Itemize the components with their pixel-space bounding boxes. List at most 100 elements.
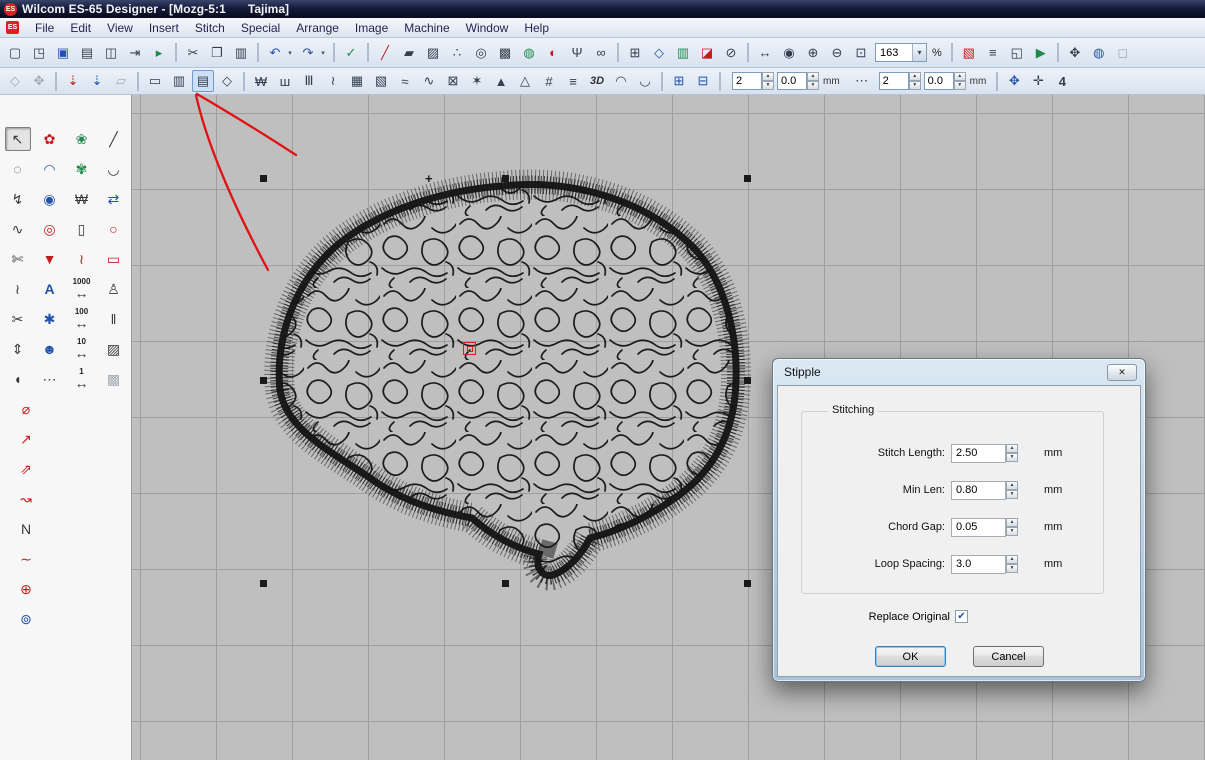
param-input[interactable] bbox=[951, 518, 1006, 537]
monogram-tool[interactable]: ✱ bbox=[37, 307, 63, 331]
travel-1000-tool[interactable]: 1000 ↔ bbox=[69, 277, 95, 301]
arc-tool[interactable]: ◡ bbox=[101, 157, 127, 181]
param-input[interactable] bbox=[951, 555, 1006, 574]
separator[interactable] bbox=[55, 72, 57, 91]
close-icon[interactable]: ✕ bbox=[1107, 364, 1137, 381]
photo-flash-type-icon[interactable]: ◐ bbox=[542, 42, 564, 64]
add-hole-tool[interactable]: ⊕ bbox=[13, 577, 39, 601]
parallel-column-tool[interactable]: ‖ bbox=[101, 307, 127, 331]
selection-handle[interactable] bbox=[744, 175, 751, 182]
measure-icon[interactable]: ↔ bbox=[754, 42, 776, 64]
zoom-out-icon[interactable]: ⊖ bbox=[826, 42, 848, 64]
zoom-dropdown-icon[interactable]: ▾ bbox=[912, 44, 926, 61]
stitch-angle-tool-b[interactable]: ⇗ bbox=[13, 457, 39, 481]
verify-stitches-icon[interactable]: ✓ bbox=[340, 42, 362, 64]
cancel-button[interactable]: Cancel bbox=[973, 646, 1044, 667]
print-icon[interactable]: ▤ bbox=[76, 42, 98, 64]
menu-window[interactable]: Window bbox=[458, 19, 517, 37]
fancy-fill-type-icon[interactable]: ▩ bbox=[494, 42, 516, 64]
zigzag-stitch-icon[interactable]: ₩ bbox=[250, 70, 272, 92]
spin-down-icon[interactable]: ▼ bbox=[909, 81, 921, 90]
separator[interactable] bbox=[1057, 43, 1059, 62]
separator[interactable] bbox=[719, 72, 721, 91]
branching-tool-icon[interactable]: Ψ bbox=[566, 42, 588, 64]
zoom-in-icon[interactable]: ⊕ bbox=[802, 42, 824, 64]
spin-down-icon[interactable]: ▼ bbox=[954, 81, 966, 90]
selection-handle[interactable] bbox=[260, 175, 267, 182]
export-machine-file-icon[interactable]: ⇥ bbox=[124, 42, 146, 64]
show-hoop-icon[interactable]: ◇ bbox=[648, 42, 670, 64]
e-stitch-icon[interactable]: ш bbox=[274, 70, 296, 92]
reshape-run-tool[interactable]: N bbox=[13, 517, 39, 541]
stitch-list-icon[interactable]: ≡ bbox=[982, 42, 1004, 64]
fan-stitch-tool[interactable]: ◖ bbox=[5, 367, 31, 391]
spinner[interactable]: ▲ ▼ bbox=[1006, 555, 1018, 573]
star-fill-icon[interactable]: ✶ bbox=[466, 70, 488, 92]
rectangle-tool[interactable]: ▭ bbox=[101, 247, 127, 271]
menu-view[interactable]: View bbox=[99, 19, 141, 37]
selection-handle[interactable] bbox=[502, 580, 509, 587]
clipped-toolbar-item[interactable]: 4 bbox=[1051, 70, 1073, 92]
numeric-field-a[interactable] bbox=[879, 72, 909, 90]
stitch-angle-tool-a[interactable]: ↗ bbox=[13, 427, 39, 451]
stitch-angle-icon[interactable]: ▲ bbox=[490, 70, 512, 92]
tatami-fill-type-icon[interactable]: ▨ bbox=[422, 42, 444, 64]
select-tool[interactable]: ↖ bbox=[5, 127, 31, 151]
spinner[interactable]: ▲ ▼ bbox=[1006, 518, 1018, 536]
stipple-fill-icon[interactable]: ∿ bbox=[418, 70, 440, 92]
separator[interactable] bbox=[243, 72, 245, 91]
print-preview-icon[interactable]: ◫ bbox=[100, 42, 122, 64]
wave-fill-icon[interactable]: ≈ bbox=[394, 70, 416, 92]
separator[interactable] bbox=[333, 43, 335, 62]
digitize-bud-tool[interactable]: ❀ bbox=[69, 127, 95, 151]
hoop-layout-icon[interactable]: ◻ bbox=[1112, 42, 1134, 64]
zigzag-tool[interactable]: ∿ bbox=[5, 217, 31, 241]
remove-hole-tool[interactable]: ⊚ bbox=[13, 607, 39, 631]
param-input[interactable] bbox=[951, 481, 1006, 500]
mirror-merge-tool[interactable]: ⇄ bbox=[101, 187, 127, 211]
dome-tool[interactable]: ◠ bbox=[37, 157, 63, 181]
spin-up-icon[interactable]: ▲ bbox=[762, 72, 774, 81]
zoom-input[interactable] bbox=[876, 45, 912, 60]
input-column-tool[interactable]: ▯ bbox=[69, 217, 95, 241]
measure-tool[interactable]: ⇕ bbox=[5, 337, 31, 361]
fancy-fill-tool[interactable]: ▨ bbox=[101, 337, 127, 361]
needle-point-red-icon[interactable]: ⇣ bbox=[62, 70, 84, 92]
spin-up-icon[interactable]: ▲ bbox=[1006, 444, 1018, 453]
loop-top-icon[interactable]: ◠ bbox=[610, 70, 632, 92]
leaf-tool[interactable]: ✾ bbox=[69, 157, 95, 181]
thread-colors-icon[interactable]: ▥ bbox=[672, 42, 694, 64]
undo-icon[interactable]: ↶ bbox=[264, 42, 286, 64]
menu-insert[interactable]: Insert bbox=[141, 19, 187, 37]
spin-up-icon[interactable]: ▲ bbox=[909, 72, 921, 81]
curve-run-tool[interactable]: ∼ bbox=[13, 547, 39, 571]
numeric-field-a[interactable] bbox=[732, 72, 762, 90]
underlay-icon[interactable]: △ bbox=[514, 70, 536, 92]
fur-stitch-tool[interactable]: ♙ bbox=[101, 277, 127, 301]
remove-overlaps-icon[interactable]: ⊘ bbox=[720, 42, 742, 64]
triple-run-icon[interactable]: Ⅲ bbox=[298, 70, 320, 92]
menu-edit[interactable]: Edit bbox=[62, 19, 99, 37]
spin-down-icon[interactable]: ▼ bbox=[1006, 564, 1018, 573]
color-film-icon[interactable]: ▧ bbox=[958, 42, 980, 64]
run-stitch-tool[interactable]: ≀ bbox=[69, 247, 95, 271]
separator[interactable] bbox=[951, 43, 953, 62]
spin-down-icon[interactable]: ▼ bbox=[1006, 453, 1018, 462]
separator[interactable] bbox=[257, 43, 259, 62]
numeric-field-b[interactable] bbox=[777, 72, 807, 90]
select-disabled-icon[interactable]: ◇ bbox=[4, 70, 26, 92]
overlap-grid-b-icon[interactable]: ⊟ bbox=[692, 70, 714, 92]
run-stitch-type-icon[interactable]: ╱ bbox=[374, 42, 396, 64]
zoom-box-icon[interactable]: ⊡ bbox=[850, 42, 872, 64]
selection-handle[interactable] bbox=[502, 175, 509, 182]
loop-bottom-icon[interactable]: ◡ bbox=[634, 70, 656, 92]
spin-down-icon[interactable]: ▼ bbox=[762, 81, 774, 90]
knife-tool[interactable]: ✄ bbox=[5, 247, 31, 271]
spin-up-icon[interactable]: ▲ bbox=[807, 72, 819, 81]
cut-icon[interactable]: ✂ bbox=[182, 42, 204, 64]
separator[interactable] bbox=[367, 43, 369, 62]
ellipse-tool[interactable]: ○ bbox=[101, 217, 127, 241]
zoom-combo[interactable]: ▾ bbox=[875, 43, 927, 62]
hatch-lines-tool[interactable]: ╱ bbox=[101, 127, 127, 151]
spin-down-icon[interactable]: ▼ bbox=[1006, 527, 1018, 536]
